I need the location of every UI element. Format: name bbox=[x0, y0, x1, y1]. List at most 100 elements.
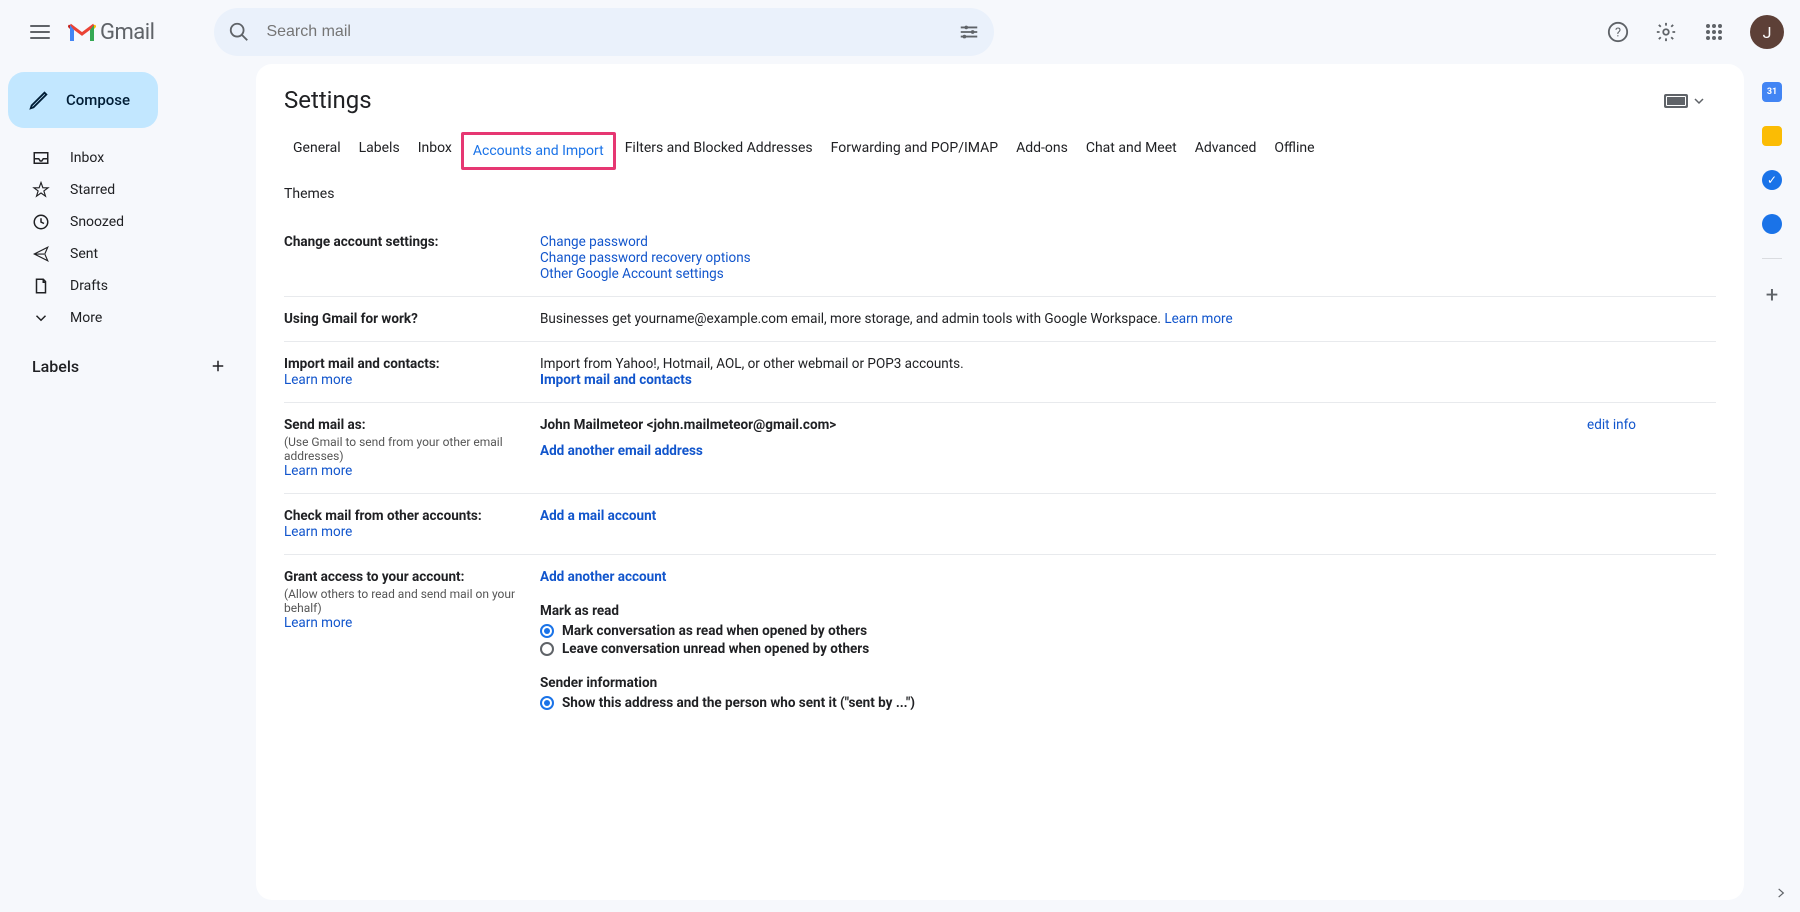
svg-text:?: ? bbox=[1615, 26, 1621, 41]
tab-labels[interactable]: Labels bbox=[350, 132, 409, 170]
add-label-button[interactable] bbox=[204, 352, 232, 380]
product-name: Gmail bbox=[100, 20, 154, 45]
nav-label: More bbox=[70, 310, 102, 326]
tab-accounts-and-import[interactable]: Accounts and Import bbox=[461, 132, 616, 170]
radio-label: Leave conversation unread when opened by… bbox=[562, 641, 869, 657]
labels-heading: Labels bbox=[8, 334, 248, 384]
tab-general[interactable]: General bbox=[284, 132, 350, 170]
link-checkmail-learn-more[interactable]: Learn more bbox=[284, 524, 540, 540]
sidebar-item-snoozed[interactable]: Snoozed bbox=[8, 206, 232, 238]
tab-forwarding[interactable]: Forwarding and POP/IMAP bbox=[822, 132, 1007, 170]
input-tools-button[interactable] bbox=[1664, 94, 1704, 108]
contacts-app-icon[interactable] bbox=[1762, 214, 1782, 234]
section-label: Using Gmail for work? bbox=[284, 311, 540, 327]
calendar-app-icon[interactable] bbox=[1762, 82, 1782, 102]
search-bar[interactable] bbox=[214, 8, 994, 56]
link-add-another-email[interactable]: Add another email address bbox=[540, 443, 1716, 459]
link-add-another-account[interactable]: Add another account bbox=[540, 569, 1716, 585]
radio-icon bbox=[540, 624, 554, 638]
sidebar-item-drafts[interactable]: Drafts bbox=[8, 270, 232, 302]
link-sendas-learn-more[interactable]: Learn more bbox=[284, 463, 540, 479]
file-icon bbox=[32, 277, 52, 295]
link-other-google-settings[interactable]: Other Google Account settings bbox=[540, 266, 1716, 282]
sidebar-item-sent[interactable]: Sent bbox=[8, 238, 232, 270]
section-label: Send mail as: bbox=[284, 417, 540, 433]
pencil-icon bbox=[28, 89, 50, 111]
sidebar-item-inbox[interactable]: Inbox bbox=[8, 142, 232, 174]
link-change-password[interactable]: Change password bbox=[540, 234, 1716, 250]
tab-filters[interactable]: Filters and Blocked Addresses bbox=[616, 132, 822, 170]
gmail-m-icon bbox=[68, 21, 96, 43]
nav-label: Snoozed bbox=[70, 214, 124, 230]
clock-icon bbox=[32, 213, 52, 231]
settings-tabs: General Labels Inbox Accounts and Import… bbox=[256, 118, 1744, 170]
chevron-down-icon bbox=[32, 309, 52, 327]
labels-heading-text: Labels bbox=[32, 357, 79, 376]
tab-chat-and-meet[interactable]: Chat and Meet bbox=[1077, 132, 1186, 170]
compose-button[interactable]: Compose bbox=[8, 72, 158, 128]
section-label: Grant access to your account: bbox=[284, 569, 540, 585]
section-using-for-work: Using Gmail for work? Businesses get you… bbox=[284, 297, 1716, 342]
link-import-learn-more[interactable]: Learn more bbox=[284, 372, 540, 388]
settings-body[interactable]: Change account settings: Change password… bbox=[256, 220, 1744, 896]
support-button[interactable]: ? bbox=[1598, 12, 1638, 52]
search-input[interactable] bbox=[266, 23, 958, 41]
side-panel-toggle[interactable] bbox=[1774, 886, 1788, 900]
tab-addons[interactable]: Add-ons bbox=[1007, 132, 1077, 170]
section-grant-access: Grant access to your account: (Allow oth… bbox=[284, 555, 1716, 727]
plus-icon bbox=[209, 357, 227, 375]
page-title: Settings bbox=[256, 84, 372, 118]
send-as-identity: John Mailmeteor <john.mailmeteor@gmail.c… bbox=[540, 417, 1587, 433]
dropdown-caret-icon bbox=[1694, 96, 1704, 106]
link-change-recovery[interactable]: Change password recovery options bbox=[540, 250, 1716, 266]
section-label: Check mail from other accounts: bbox=[284, 508, 540, 524]
main-content: Settings General Labels Inbox Accounts a… bbox=[256, 64, 1744, 900]
radio-leave-unread[interactable]: Leave conversation unread when opened by… bbox=[540, 641, 1716, 657]
header: Gmail ? J bbox=[0, 0, 1800, 64]
nav-label: Drafts bbox=[70, 278, 108, 294]
link-edit-info[interactable]: edit info bbox=[1587, 417, 1636, 433]
section-label: Change account settings: bbox=[284, 234, 540, 250]
side-panel: + bbox=[1744, 64, 1800, 912]
settings-button[interactable] bbox=[1646, 12, 1686, 52]
radio-icon bbox=[540, 696, 554, 710]
link-grant-learn-more[interactable]: Learn more bbox=[284, 615, 540, 631]
radio-mark-read[interactable]: Mark conversation as read when opened by… bbox=[540, 623, 1716, 639]
gmail-logo[interactable]: Gmail bbox=[68, 20, 154, 45]
account-avatar[interactable]: J bbox=[1750, 15, 1784, 49]
sender-info-heading: Sender information bbox=[540, 675, 1716, 691]
sidebar-item-more[interactable]: More bbox=[8, 302, 232, 334]
compose-label: Compose bbox=[66, 91, 130, 109]
google-apps-button[interactable] bbox=[1694, 12, 1734, 52]
sidebar-item-starred[interactable]: Starred bbox=[8, 174, 232, 206]
search-options-icon[interactable] bbox=[958, 21, 980, 43]
nav-label: Inbox bbox=[70, 150, 104, 166]
link-import-mail-and-contacts[interactable]: Import mail and contacts bbox=[540, 372, 1716, 388]
tab-inbox[interactable]: Inbox bbox=[409, 132, 461, 170]
section-import-mail: Import mail and contacts: Learn more Imp… bbox=[284, 342, 1716, 403]
nav-label: Sent bbox=[70, 246, 98, 262]
side-divider bbox=[1762, 258, 1782, 259]
settings-tabs-row2: Themes bbox=[256, 170, 1744, 220]
section-change-account: Change account settings: Change password… bbox=[284, 220, 1716, 297]
nav-label: Starred bbox=[70, 182, 115, 198]
header-actions: ? J bbox=[1598, 12, 1784, 52]
send-icon bbox=[32, 245, 52, 263]
link-add-mail-account[interactable]: Add a mail account bbox=[540, 508, 1716, 524]
get-addons-button[interactable]: + bbox=[1766, 283, 1778, 308]
tab-advanced[interactable]: Advanced bbox=[1186, 132, 1266, 170]
search-icon bbox=[228, 21, 250, 43]
tab-themes[interactable]: Themes bbox=[284, 178, 343, 210]
keyboard-icon bbox=[1664, 94, 1688, 108]
radio-show-address[interactable]: Show this address and the person who sen… bbox=[540, 695, 1716, 711]
hamburger-icon bbox=[30, 25, 50, 39]
tasks-app-icon[interactable] bbox=[1762, 170, 1782, 190]
keep-app-icon[interactable] bbox=[1762, 126, 1782, 146]
tab-offline[interactable]: Offline bbox=[1265, 132, 1323, 170]
help-icon: ? bbox=[1607, 21, 1629, 43]
sidebar: Compose Inbox Starred Snoozed Sent Draft… bbox=[0, 64, 256, 912]
main-menu-button[interactable] bbox=[16, 8, 64, 56]
radio-icon bbox=[540, 642, 554, 656]
radio-label: Show this address and the person who sen… bbox=[562, 695, 915, 711]
link-workspace-learn-more[interactable]: Learn more bbox=[1164, 311, 1232, 327]
